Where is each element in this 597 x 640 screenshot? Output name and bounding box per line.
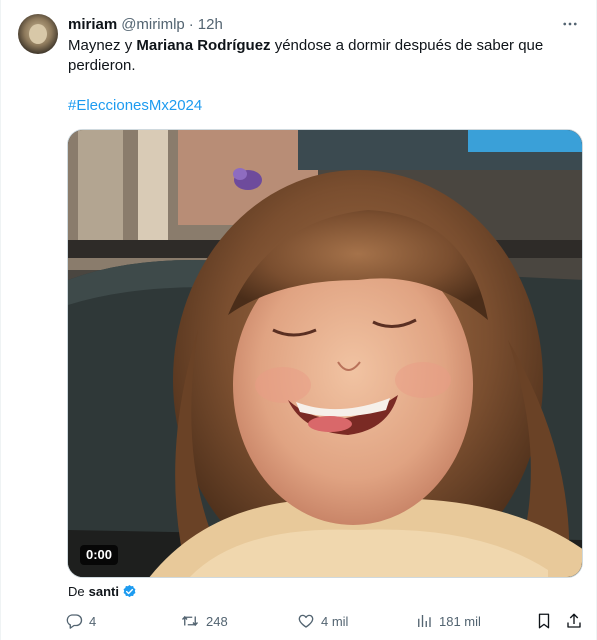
bookmark-icon: [538, 613, 550, 629]
post-text-start: Maynez y: [68, 37, 137, 54]
verified-icon: [122, 584, 137, 599]
like-button[interactable]: 4 mil: [297, 611, 348, 631]
views-count: 181 mil: [439, 613, 481, 629]
video-player[interactable]: 0:00: [67, 129, 583, 578]
share-button[interactable]: [565, 611, 589, 631]
attribution-prefix: De: [68, 583, 85, 599]
author-handle[interactable]: @mirimlp: [121, 16, 185, 33]
views-button[interactable]: 181 mil: [415, 611, 481, 631]
post-time[interactable]: 12h: [198, 16, 223, 33]
views-icon: [418, 615, 431, 627]
reply-count: 4: [89, 613, 97, 629]
reply-button[interactable]: 4: [65, 611, 96, 631]
media-attribution: De santi: [68, 583, 137, 599]
reply-icon: [66, 614, 83, 629]
like-icon: [298, 614, 314, 628]
like-count: 4 mil: [321, 613, 349, 629]
repost-button[interactable]: 248: [180, 611, 228, 631]
hashtag-link[interactable]: #EleccionesMx2024: [68, 96, 202, 116]
share-icon: [567, 613, 581, 628]
attribution-source[interactable]: santi: [89, 584, 119, 599]
action-bar: 4 248 4 mil 181 mil: [65, 611, 585, 631]
repost-count: 248: [206, 613, 228, 629]
video-frame: [68, 130, 582, 577]
post-text: Maynez y Mariana Rodríguez yéndose a dor…: [68, 36, 568, 76]
avatar[interactable]: [18, 14, 58, 54]
tweet-header: miriam @mirimlp · 12h: [68, 14, 223, 34]
bookmark-button[interactable]: [535, 611, 559, 631]
author-name[interactable]: miriam: [68, 16, 117, 33]
repost-icon: [181, 615, 199, 627]
header-separator: ·: [188, 15, 194, 33]
more-icon[interactable]: [560, 14, 580, 34]
mention-bold: Mariana Rodríguez: [136, 37, 271, 54]
video-timer: 0:00: [80, 545, 119, 565]
tweet-card[interactable]: miriam @mirimlp · 12h Maynez y Mariana R…: [0, 0, 597, 640]
